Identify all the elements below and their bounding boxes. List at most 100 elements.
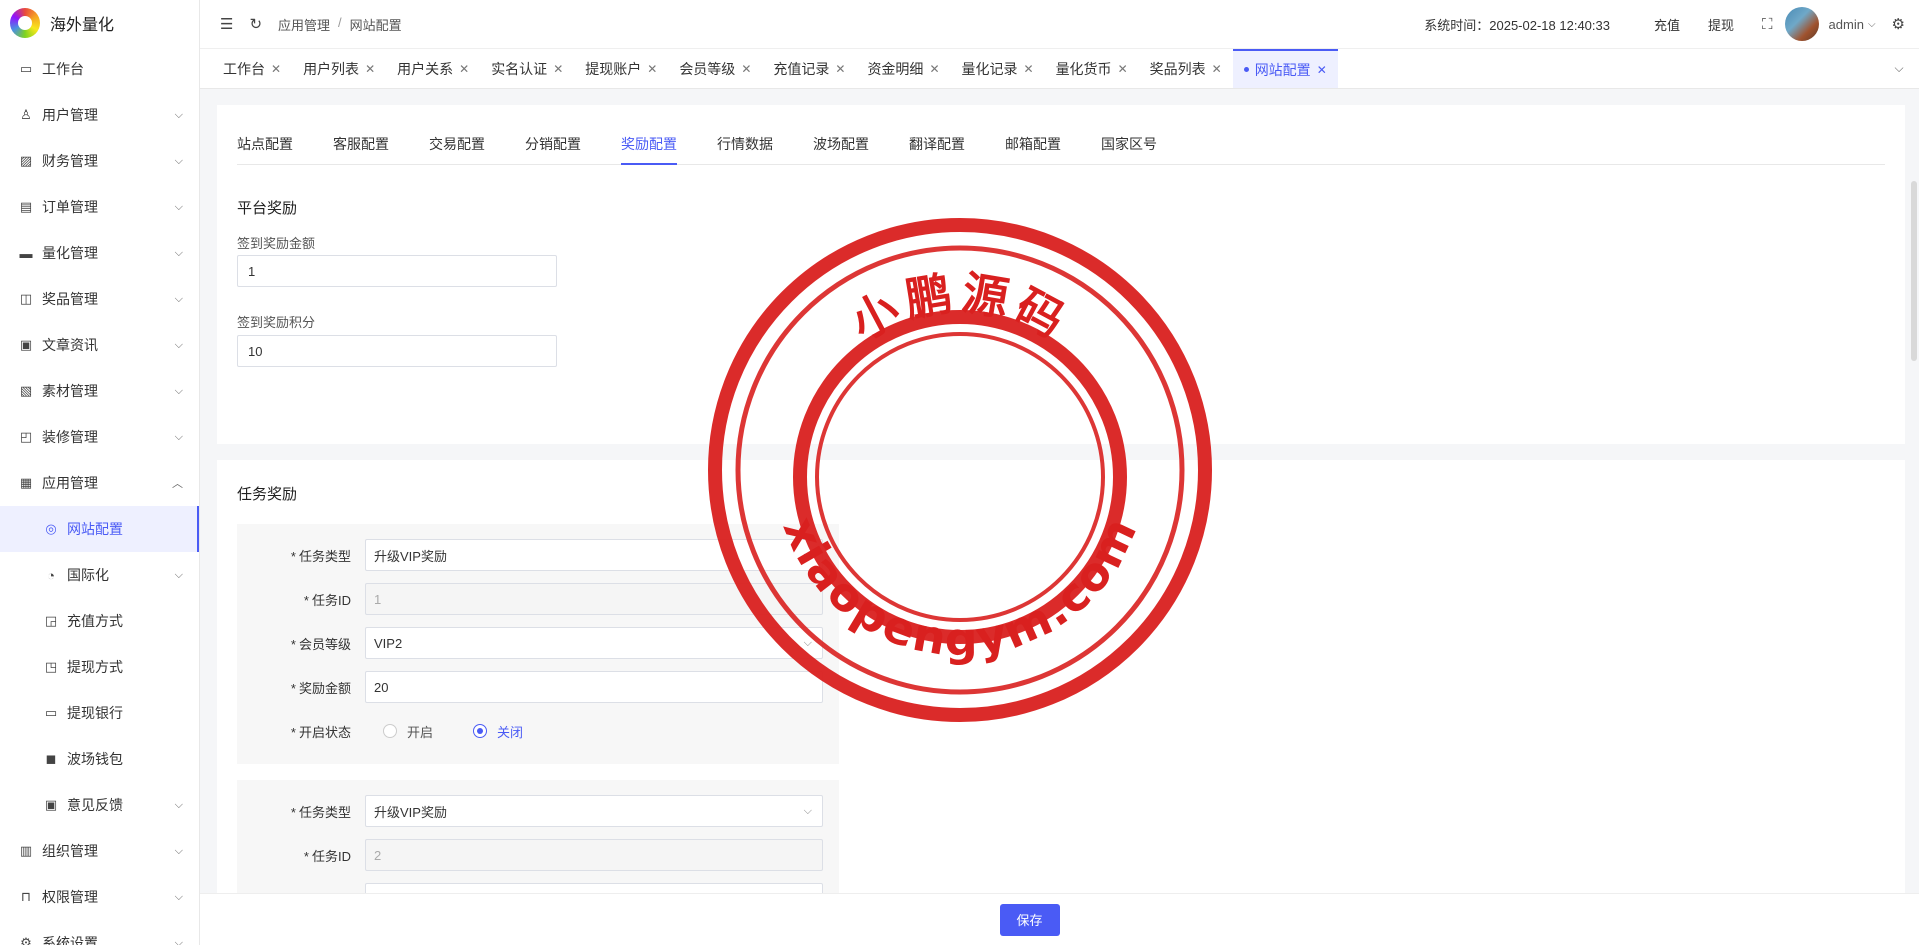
close-icon[interactable]: ✕ bbox=[459, 62, 469, 76]
sidebar: 海外量化 ▭ 工作台 ♙ 用户管理 ⌵ ▨ 财务管理 ⌵ ▤ 订单管理 ⌵ ▬ 量化管理 ⌵ ◫ 奖品管理 ⌵ ▣… bbox=[0, 0, 200, 945]
sidebar-item[interactable]: ◳ 提现方式 bbox=[0, 644, 199, 690]
config-subtab[interactable]: 站点配置 bbox=[237, 134, 293, 164]
close-icon[interactable]: ✕ bbox=[835, 62, 845, 76]
brand-logo[interactable]: 海外量化 bbox=[0, 0, 199, 46]
close-icon[interactable]: ✕ bbox=[271, 62, 281, 76]
sidebar-item-label: 波场钱包 bbox=[67, 751, 123, 767]
config-subtab[interactable]: 邮箱配置 bbox=[1005, 134, 1061, 164]
tab[interactable]: 工作台 ✕ bbox=[212, 49, 292, 88]
close-icon[interactable]: ✕ bbox=[1317, 63, 1327, 77]
config-subtab[interactable]: 奖励配置 bbox=[621, 134, 677, 165]
close-icon[interactable]: ✕ bbox=[1118, 62, 1128, 76]
breadcrumb-item[interactable]: 应用管理 bbox=[278, 15, 330, 34]
task-amount-row: * 奖励金额 20 bbox=[237, 670, 839, 704]
menu-collapse-icon[interactable]: ☰ bbox=[220, 15, 233, 33]
config-subtab[interactable]: 交易配置 bbox=[429, 134, 485, 164]
sidebar-item[interactable]: ▤ 订单管理 ⌵ bbox=[0, 184, 199, 230]
tab[interactable]: 网站配置 ✕ bbox=[1232, 49, 1338, 88]
decor-icon: ◰ bbox=[19, 429, 33, 444]
task-reward-title: 任务奖励 bbox=[237, 486, 298, 503]
signin-points-input[interactable] bbox=[237, 335, 557, 367]
sidebar-item[interactable]: ◫ 奖品管理 ⌵ bbox=[0, 276, 199, 322]
tab-label: 量化记录 bbox=[961, 60, 1018, 77]
sidebar-item[interactable]: ▧ 素材管理 ⌵ bbox=[0, 368, 199, 414]
tab-label: 网站配置 bbox=[1254, 61, 1311, 78]
user-name[interactable]: admin bbox=[1829, 17, 1864, 32]
member-level-select[interactable]: VIP2 ⌵ bbox=[365, 627, 823, 659]
close-icon[interactable]: ✕ bbox=[1024, 62, 1034, 76]
footer-bar: 保存 bbox=[200, 893, 1919, 945]
chevron-icon: ︿ bbox=[172, 478, 183, 490]
settings-icon: ⚙ bbox=[20, 935, 32, 945]
status-off-radio[interactable] bbox=[473, 724, 488, 738]
status-off-label[interactable]: 关闭 bbox=[497, 722, 523, 741]
close-icon[interactable]: ✕ bbox=[1212, 62, 1222, 76]
task-type-select[interactable]: 升级VIP奖励 ⌵ bbox=[365, 795, 823, 827]
sidebar-item[interactable]: ▭ 提现银行 bbox=[0, 690, 199, 736]
tab[interactable]: 会员等级 ✕ bbox=[668, 49, 762, 88]
config-subtab[interactable]: 客服配置 bbox=[333, 134, 389, 164]
sidebar-item[interactable]: ♙ 用户管理 ⌵ bbox=[0, 92, 199, 138]
sidebar-item-label: 系统设置 bbox=[42, 935, 98, 945]
reward-amount-input[interactable]: 20 bbox=[365, 671, 823, 703]
task-status-row: * 开启状态 开启 关闭 bbox=[237, 714, 839, 748]
tabs-more-chevron-icon[interactable]: ⌵ bbox=[1879, 49, 1919, 88]
sidebar-item[interactable]: ▬ 量化管理 ⌵ bbox=[0, 230, 199, 276]
config-subtab[interactable]: 行情数据 bbox=[717, 134, 773, 164]
sidebar-item[interactable]: ◼ 波场钱包 bbox=[0, 736, 199, 782]
fullscreen-icon[interactable]: ⛶ bbox=[1762, 16, 1773, 33]
close-icon[interactable]: ✕ bbox=[553, 62, 563, 76]
tab[interactable]: 充值记录 ✕ bbox=[762, 49, 856, 88]
tab[interactable]: 资金明细 ✕ bbox=[856, 49, 950, 88]
sidebar-item[interactable]: ▦ 应用管理 ︿ bbox=[0, 460, 199, 506]
sidebar-item[interactable]: ⊓ 权限管理 ⌵ bbox=[0, 874, 199, 920]
refresh-icon[interactable]: ↻ bbox=[249, 15, 262, 33]
sidebar-item[interactable]: ◲ 充值方式 bbox=[0, 598, 199, 644]
task-reward-card: 任务奖励 * 任务类型 升级VIP奖励 ⌵ * 任务ID 1 * 会员等级 VIP2 ⌵ … bbox=[217, 460, 1905, 945]
withdraw-link[interactable]: 提现 bbox=[1708, 15, 1734, 34]
sidebar-item[interactable]: ◰ 装修管理 ⌵ bbox=[0, 414, 199, 460]
tab[interactable]: 实名认证 ✕ bbox=[480, 49, 574, 88]
recharge-link[interactable]: 充值 bbox=[1654, 15, 1680, 34]
sidebar-item[interactable]: ▣ 文章资讯 ⌵ bbox=[0, 322, 199, 368]
avatar[interactable] bbox=[1784, 7, 1819, 41]
tab-label: 资金明细 bbox=[867, 60, 924, 77]
chevron-down-icon[interactable]: ⌵ bbox=[1868, 19, 1876, 30]
status-on-radio[interactable] bbox=[383, 724, 397, 738]
tab[interactable]: 用户关系 ✕ bbox=[386, 49, 480, 88]
status-on-label[interactable]: 开启 bbox=[407, 722, 433, 741]
config-subtab[interactable]: 分销配置 bbox=[525, 134, 581, 164]
config-subtab[interactable]: 翻译配置 bbox=[909, 134, 965, 164]
sidebar-item[interactable]: ◔ 国际化 ⌵ bbox=[0, 552, 199, 598]
gear-icon[interactable]: ⚙ bbox=[1892, 15, 1905, 33]
tab[interactable]: 提现账户 ✕ bbox=[574, 49, 668, 88]
close-icon[interactable]: ✕ bbox=[365, 62, 375, 76]
header-right: 系统时间：2025-02-18 12:40:33 充值 提现 ⛶ admin ⌵… bbox=[1424, 7, 1919, 41]
tab[interactable]: 用户列表 ✕ bbox=[292, 49, 386, 88]
sidebar-item[interactable]: ▣ 意见反馈 ⌵ bbox=[0, 782, 199, 828]
tab-label: 用户列表 bbox=[303, 60, 360, 77]
tab[interactable]: 量化货币 ✕ bbox=[1045, 49, 1139, 88]
sidebar-item-label: 工作台 bbox=[42, 61, 84, 77]
sidebar-item[interactable]: ▨ 财务管理 ⌵ bbox=[0, 138, 199, 184]
config-subtab[interactable]: 波场配置 bbox=[813, 134, 869, 164]
chevron-icon: ⌵ bbox=[174, 154, 183, 167]
sidebar-item-label: 用户管理 bbox=[42, 107, 98, 123]
task-type-row: * 任务类型 升级VIP奖励 ⌵ bbox=[237, 538, 839, 572]
signin-amount-input[interactable] bbox=[237, 255, 557, 287]
close-icon[interactable]: ✕ bbox=[647, 62, 657, 76]
task-type-select[interactable]: 升级VIP奖励 ⌵ bbox=[365, 539, 823, 571]
close-icon[interactable]: ✕ bbox=[741, 62, 751, 76]
chevron-icon: ⌵ bbox=[174, 246, 183, 259]
sidebar-item[interactable]: ◎ 网站配置 bbox=[0, 506, 199, 552]
save-button[interactable]: 保存 bbox=[999, 903, 1060, 936]
tab[interactable]: 量化记录 ✕ bbox=[951, 49, 1045, 88]
close-icon[interactable]: ✕ bbox=[929, 62, 939, 76]
sidebar-item[interactable]: ▭ 工作台 bbox=[0, 46, 199, 92]
sidebar-item[interactable]: ⚙ 系统设置 ⌵ bbox=[0, 920, 199, 945]
scrollbar[interactable] bbox=[1911, 181, 1917, 361]
config-subtab[interactable]: 国家区号 bbox=[1101, 134, 1157, 164]
tab[interactable]: 奖品列表 ✕ bbox=[1139, 49, 1233, 88]
tab-label: 奖品列表 bbox=[1149, 60, 1206, 77]
sidebar-item[interactable]: ▥ 组织管理 ⌵ bbox=[0, 828, 199, 874]
